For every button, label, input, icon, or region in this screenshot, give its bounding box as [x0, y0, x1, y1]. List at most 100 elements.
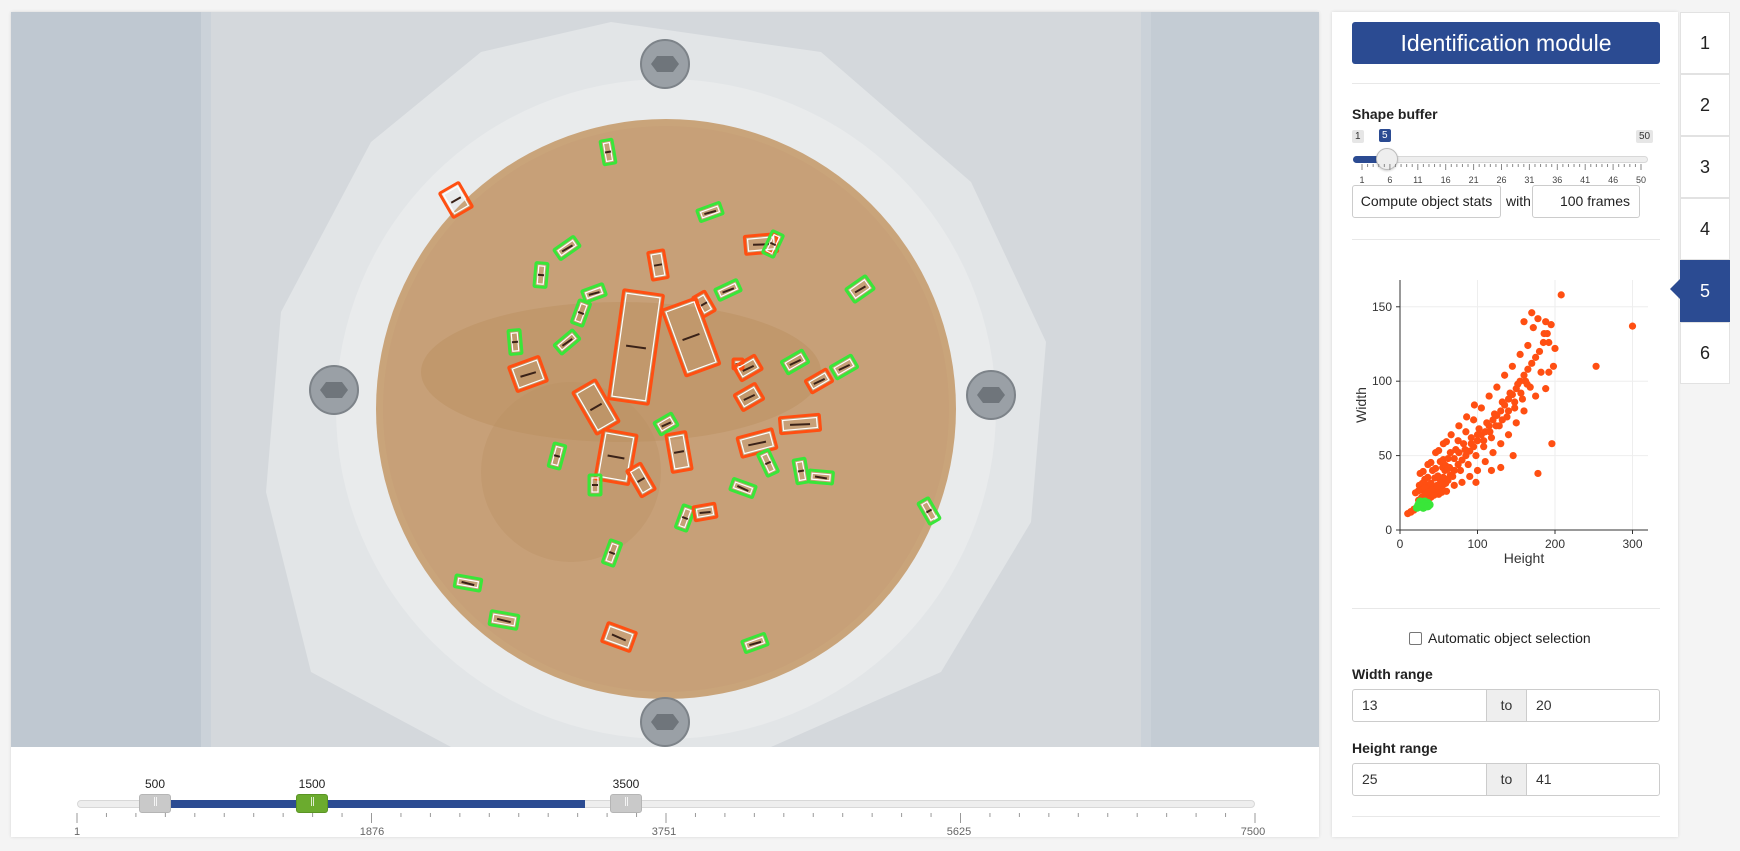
scatter-point [1532, 392, 1540, 400]
x-axis-label: Height [1504, 550, 1545, 566]
scatter-point [1477, 404, 1485, 412]
scatter-point [1545, 338, 1553, 347]
video-panel: 500 1500 3500 1 1876 3751 5625 7500 [11, 12, 1319, 838]
timeline-tick-label: 1 [73, 826, 81, 838]
scatter-point [1414, 487, 1423, 495]
scatter-point [1506, 389, 1514, 397]
scatter-point [1537, 368, 1545, 376]
width-range-label: Width range [1352, 666, 1433, 682]
shape-buffer-tick-label: 11 [1413, 175, 1423, 185]
scatter-point [1628, 322, 1637, 330]
shape-buffer-tick-label: 46 [1608, 175, 1619, 185]
scatter-point [1435, 447, 1443, 455]
scatter-point [1431, 464, 1440, 473]
x-tick-label: 200 [1545, 537, 1565, 551]
scatter-point [1534, 469, 1542, 478]
width-max-input[interactable]: 20 [1526, 689, 1660, 722]
scatter-point [1557, 291, 1565, 299]
scatter-point [1492, 422, 1500, 430]
shape-buffer-tick-label: 16 [1440, 175, 1451, 185]
scatter-point [1592, 362, 1600, 370]
scatter-point [1461, 446, 1469, 454]
y-tick-label: 150 [1372, 300, 1392, 314]
timeline-handle-label-current: 1500 [298, 777, 326, 791]
y-axis-label: Width [1353, 387, 1369, 423]
arena-image [11, 12, 1319, 747]
shape-buffer-tick-label: 36 [1552, 175, 1563, 185]
scatter-point [1473, 466, 1482, 475]
scatter-point [1516, 350, 1524, 359]
height-range-label: Height range [1352, 740, 1438, 756]
scatter-point [1529, 324, 1537, 332]
scatter-point [1511, 398, 1519, 406]
scatter-point [1523, 380, 1531, 388]
scatter-point [1442, 438, 1450, 446]
timeline-tick-label: 3751 [651, 826, 677, 838]
y-tick-label: 100 [1372, 374, 1392, 388]
tab-3[interactable]: 3 [1680, 136, 1730, 198]
shape-buffer-tick-label: 31 [1524, 175, 1535, 185]
shape-buffer-min: 1 [1352, 130, 1364, 143]
scatter-point [1444, 464, 1452, 473]
scatter-point [1545, 368, 1553, 376]
divider [1352, 239, 1660, 240]
scatter-point [1456, 466, 1465, 475]
scatter-point [1433, 482, 1441, 490]
compute-object-stats-button[interactable]: Compute object stats [1352, 185, 1501, 218]
frame-range-slider[interactable]: 500 1500 3500 1 1876 3751 5625 7500 [11, 747, 1319, 838]
scatter-point [1528, 359, 1536, 367]
scatter-point [1508, 362, 1516, 370]
scatter-point [1493, 383, 1501, 391]
divider [1352, 608, 1660, 609]
timeline-ticks [76, 813, 1256, 823]
scatter-point [1514, 380, 1522, 388]
tab-4[interactable]: 4 [1680, 198, 1730, 260]
tab-5[interactable]: 5 [1680, 260, 1730, 322]
scatter-point [1498, 398, 1506, 406]
scatter-point [1462, 428, 1470, 436]
scatter-point [1455, 422, 1463, 430]
scatter-point [1480, 437, 1488, 445]
control-panel: Identification module Shape buffer 1 5 0 … [1332, 12, 1678, 837]
shape-buffer-tick-label: 26 [1496, 175, 1507, 185]
scatter-point [1512, 419, 1520, 427]
scatter-point [1486, 428, 1494, 436]
scatter-point [1497, 440, 1505, 448]
module-title: Identification module [1352, 22, 1660, 64]
timeline-end-handle[interactable] [610, 794, 642, 813]
scatter-point [1501, 371, 1509, 379]
scatter-point [1458, 478, 1466, 486]
automatic-selection-checkbox[interactable] [1409, 632, 1422, 645]
scatter-point [1439, 473, 1447, 482]
divider [1352, 83, 1660, 84]
shape-buffer-tick-label: 41 [1580, 175, 1591, 185]
object-stats-scatter-plot: 0 100 200 300 0 50 100 150 Height Width [1353, 280, 1648, 566]
scatter-point [1473, 431, 1482, 439]
scatter-point [1464, 460, 1472, 469]
timeline-selected-range [155, 800, 585, 808]
timeline-tick-label: 7500 [1240, 826, 1266, 838]
scatter-point [1450, 454, 1458, 463]
scatter-point [1528, 309, 1536, 317]
height-min-input[interactable]: 25 [1352, 763, 1487, 796]
scatter-point [1455, 449, 1463, 457]
active-tab-pointer [1670, 279, 1680, 299]
tab-2[interactable]: 2 [1680, 74, 1730, 136]
tab-1[interactable]: 1 [1680, 12, 1730, 74]
height-range-to: to [1487, 763, 1526, 796]
video-frame [11, 12, 1319, 747]
scatter-point [1497, 407, 1505, 415]
timeline-current-handle[interactable] [296, 794, 328, 813]
scatter-point [1542, 385, 1550, 393]
y-tick-label: 50 [1379, 449, 1393, 463]
scatter-point [1498, 416, 1506, 424]
width-min-input[interactable]: 13 [1352, 689, 1487, 722]
timeline-start-handle[interactable] [139, 794, 171, 813]
scatter-point [1481, 457, 1489, 466]
frames-input[interactable]: 100 frames [1532, 185, 1640, 218]
tab-6[interactable]: 6 [1680, 322, 1730, 384]
shape-buffer-tick-label: 21 [1468, 175, 1479, 185]
height-max-input[interactable]: 41 [1526, 763, 1660, 796]
scatter-point [1427, 458, 1435, 467]
shape-buffer-tick-label: 6 [1387, 175, 1393, 185]
